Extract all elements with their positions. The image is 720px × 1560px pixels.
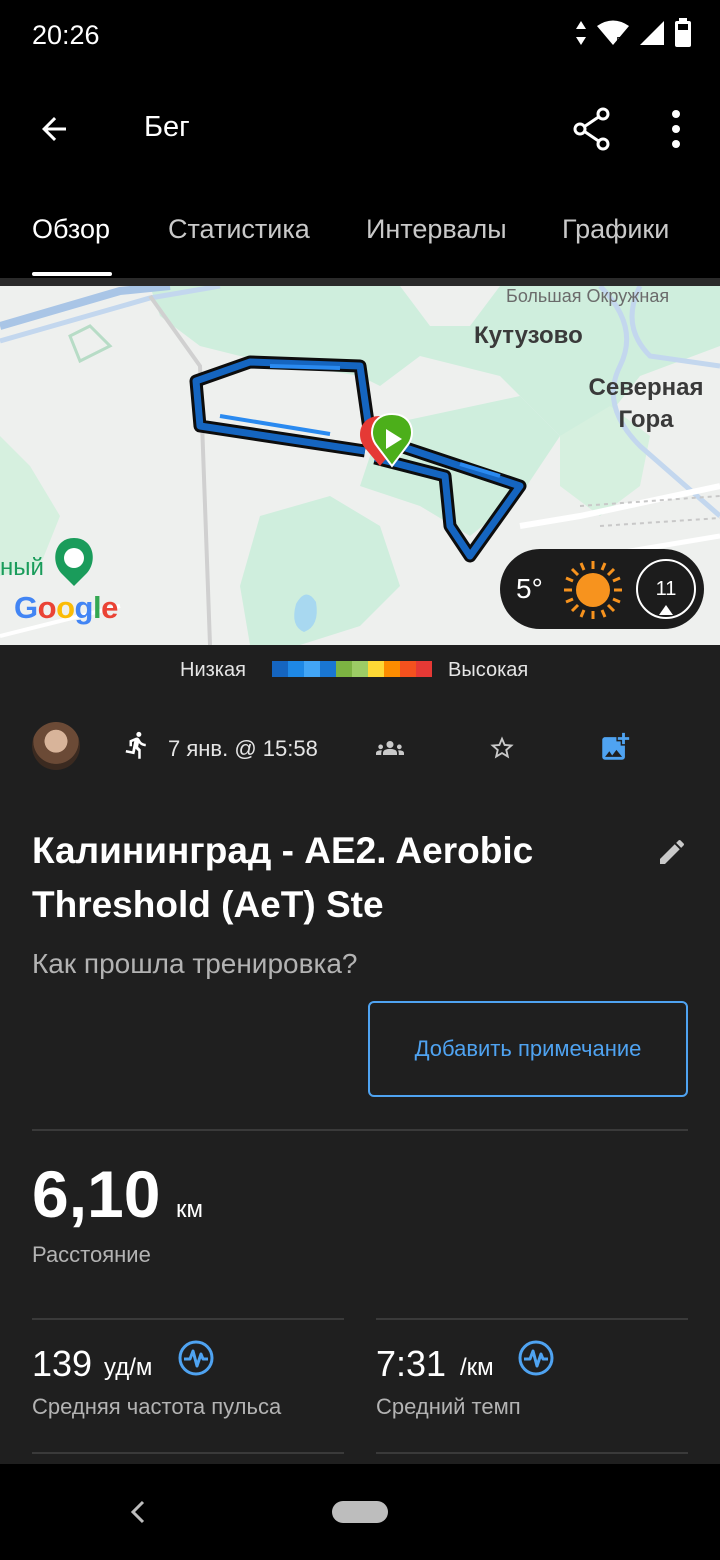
weather-temperature: 5° [516,573,543,604]
legend-low-label: Низкая [180,659,246,681]
weather-badge: 5° 11 [500,549,704,629]
pace-label: Средний темп [376,1394,521,1419]
share-button[interactable] [568,105,616,153]
heart-rate-label: Средняя частота пульса [32,1394,282,1419]
workout-feedback-question: Как прошла тренировка? [32,948,358,979]
cellular-signal-icon [640,21,664,45]
wind-direction-icon [659,605,673,615]
google-logo-letter: G [14,590,38,625]
tab-charts[interactable]: Графики [562,214,669,245]
tab-intervals[interactable]: Интервалы [366,214,507,245]
heart-rate-unit: уд/м [104,1354,153,1381]
sun-icon [564,561,622,619]
star-icon[interactable] [488,734,516,762]
distance-value: 6,10 [32,1157,161,1231]
legend-segment [272,661,288,677]
arrow-back-icon [42,117,66,141]
legend-segment [336,661,352,677]
running-icon [125,731,146,759]
tab-indicator [32,272,112,276]
legend-segment [304,661,320,677]
status-icons: 5 [574,18,692,48]
svg-text:5: 5 [616,35,623,47]
divider [32,1129,688,1131]
nav-home-pill[interactable] [332,1501,388,1523]
status-time: 20:26 [32,20,100,50]
distance-unit: км [176,1196,203,1223]
map-label-kutuzovo: Кутузово [474,322,583,349]
divider [376,1452,688,1454]
google-logo-letter: l [92,590,102,625]
avatar[interactable] [32,722,80,770]
heart-rate-value: 139 [32,1343,93,1384]
wind-speed: 11 [655,578,677,600]
battery-icon [675,18,691,47]
data-arrows-icon [576,21,586,45]
add-photo-icon[interactable] [598,730,632,764]
edit-icon[interactable] [656,836,688,868]
share-icon [573,107,610,151]
google-logo-letter: o [56,590,75,625]
map-label-severnaya-gora: Северная Гора [588,374,704,433]
legend-segment [352,661,368,677]
tab-bar: Обзор Статистика Интервалы Графики [0,182,720,278]
legend-segment [384,661,400,677]
google-logo-letter: g [74,590,94,625]
page-title: Бег [144,111,190,143]
legend-segment [320,661,336,677]
nav-back-icon[interactable] [126,1496,150,1528]
legend-segment [416,661,432,677]
more-vert-icon [672,110,680,148]
tab-statistics[interactable]: Статистика [168,214,310,245]
google-logo: Google [14,590,118,626]
heart-rate-pulse-icon[interactable] [178,1340,214,1376]
route-map[interactable]: Большая Окружная Кутузово Северная Гора … [0,286,720,645]
intensity-legend: Низкая Высокая [0,645,720,695]
pace-pulse-icon[interactable] [518,1340,554,1376]
add-note-button[interactable]: Добавить примечание [368,1001,688,1097]
pace-unit: /км [460,1354,494,1381]
map-label-partial: ный [0,554,44,581]
tab-divider [0,278,720,286]
pace-value: 7:31 [376,1343,447,1384]
divider [32,1318,344,1320]
divider [32,1452,344,1454]
wifi-icon: 5 [597,20,629,47]
app-bar: Бег [0,72,720,182]
status-bar: 20:26 5 [0,0,720,72]
tab-overview[interactable]: Обзор [32,214,110,245]
legend-color-bar [272,661,432,677]
map-label-road: Большая Окружная [506,286,670,306]
activity-date: 7 янв. @ 15:58 [168,736,318,761]
google-logo-letter: e [101,590,118,625]
google-logo-letter: o [37,590,57,625]
wind-indicator: 11 [636,559,696,619]
legend-segment [288,661,304,677]
legend-segment [368,661,384,677]
legend-segment [400,661,416,677]
divider [376,1318,688,1320]
legend-high-label: Высокая [448,659,529,681]
more-options-button[interactable] [652,105,700,153]
activity-meta-row: 7 янв. @ 15:58 [0,720,720,776]
activity-title: Калининград - AE2. Aerobic Threshold (Ae… [32,830,534,925]
group-icon[interactable] [376,734,404,762]
back-button[interactable] [30,105,78,153]
distance-label: Расстояние [32,1242,151,1267]
system-nav-bar [0,1464,720,1560]
